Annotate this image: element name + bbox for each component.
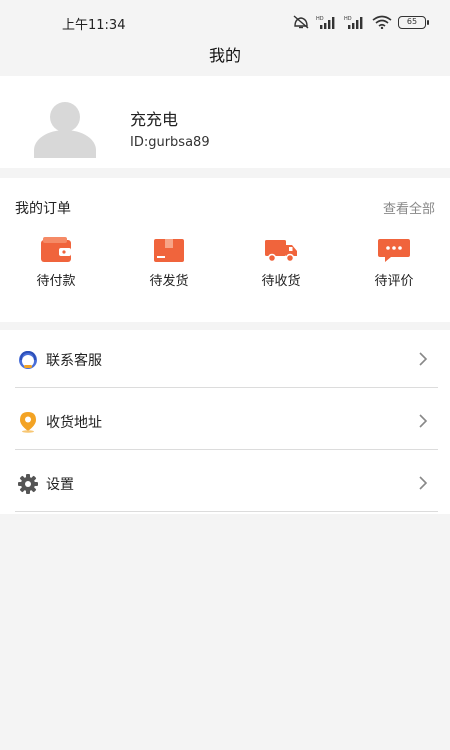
- avatar-body: [34, 130, 96, 158]
- menu-item-shipping-address[interactable]: 收货地址: [0, 392, 450, 450]
- wallet-icon: [41, 237, 71, 262]
- wifi-icon: [372, 15, 392, 29]
- orders-title: 我的订单: [15, 201, 71, 217]
- avatar[interactable]: [30, 98, 100, 158]
- chevron-right-icon: [419, 352, 428, 366]
- menu-item-label: 收货地址: [46, 415, 102, 431]
- order-pending-review[interactable]: 待评价: [354, 236, 434, 289]
- customer-service-icon: [19, 350, 37, 369]
- status-icons: HD HD 65: [292, 14, 429, 30]
- chevron-right-icon: [419, 414, 428, 428]
- status-time: 上午11:34: [62, 18, 126, 33]
- order-label: 待评价: [374, 274, 414, 289]
- order-pending-payment[interactable]: 待付款: [16, 236, 96, 289]
- divider: [15, 511, 438, 512]
- location-icon: [20, 412, 36, 433]
- svg-text:HD: HD: [316, 16, 324, 22]
- page-title: 我的: [208, 46, 241, 65]
- package-icon: [154, 239, 184, 262]
- truck-icon: [265, 240, 297, 263]
- orders-card: 我的订单 查看全部 待付款 待发货 待收货 待评价: [0, 178, 450, 322]
- menu-item-settings[interactable]: 设置: [0, 454, 450, 512]
- gear-icon: [18, 474, 38, 494]
- order-pending-receipt[interactable]: 待收货: [241, 236, 321, 289]
- avatar-head: [50, 102, 80, 132]
- status-bar: 上午11:34 HD HD 65: [0, 0, 450, 44]
- signal-icon-2: HD: [344, 16, 363, 29]
- divider: [15, 449, 438, 450]
- chevron-right-icon: [419, 476, 428, 490]
- battery-icon: 65: [398, 15, 429, 29]
- menu-item-label: 设置: [46, 477, 74, 493]
- profile-id: ID:gurbsa89: [130, 135, 210, 150]
- view-all-orders-link[interactable]: 查看全部: [383, 198, 435, 217]
- menu-item-customer-service[interactable]: 联系客服: [0, 330, 450, 388]
- order-pending-shipment[interactable]: 待发货: [129, 236, 209, 289]
- profile-card[interactable]: 充充电 ID:gurbsa89: [0, 76, 450, 168]
- order-label: 待发货: [149, 274, 189, 289]
- order-label: 待收货: [261, 274, 301, 289]
- signal-icon: HD: [316, 16, 335, 29]
- order-label: 待付款: [36, 274, 76, 289]
- divider: [15, 387, 438, 388]
- comment-icon: [378, 239, 410, 262]
- profile-name: 充充电: [130, 110, 179, 129]
- svg-text:HD: HD: [344, 16, 352, 22]
- menu-item-label: 联系客服: [46, 353, 102, 369]
- mute-icon: [293, 15, 309, 29]
- menu-card: 联系客服 收货地址 设置: [0, 330, 450, 514]
